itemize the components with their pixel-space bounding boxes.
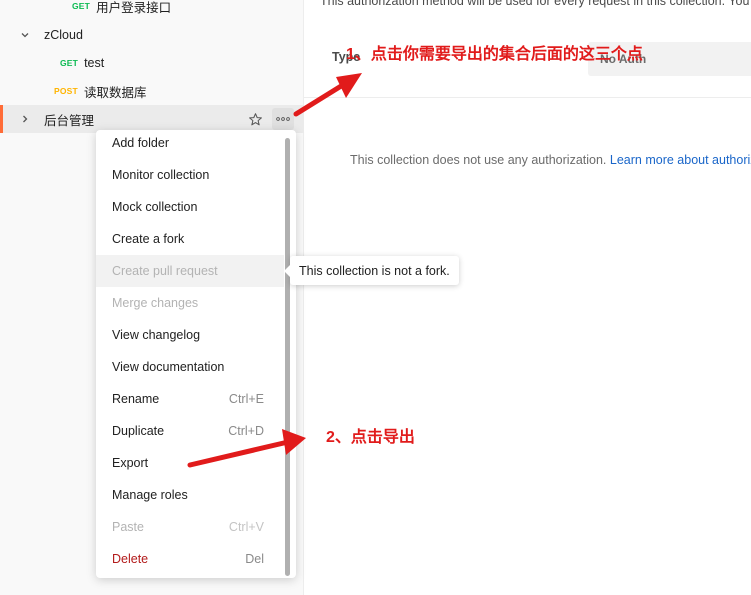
menu-item-label: View changelog — [112, 328, 201, 342]
chevron-right-icon[interactable] — [18, 112, 32, 126]
menu-item-manage-roles[interactable]: Manage roles — [96, 479, 284, 511]
menu-item-monitor-collection[interactable]: Monitor collection — [96, 159, 284, 191]
menu-item-view-documentation[interactable]: View documentation — [96, 351, 284, 383]
request-name: 读取数据库 — [83, 85, 147, 100]
menu-item-label: Monitor collection — [112, 168, 210, 182]
sidebar-request-item[interactable]: GET 用户登录接口 — [0, 0, 304, 20]
chevron-down-icon[interactable] — [18, 28, 32, 42]
menu-item-merge-changes: Merge changes — [96, 287, 284, 319]
menu-item-shortcut: Ctrl+V — [228, 520, 264, 534]
method-badge: POST — [54, 86, 78, 96]
sidebar-request-item[interactable]: GET test — [0, 49, 304, 77]
divider — [304, 97, 751, 98]
learn-more-link[interactable]: Learn more about authorization — [610, 153, 751, 167]
method-badge: GET — [60, 58, 79, 68]
menu-item-mock-collection[interactable]: Mock collection — [96, 191, 284, 223]
menu-item-label: Duplicate — [112, 424, 165, 438]
menu-item-label: Manage roles — [112, 488, 188, 502]
collection-context-menu: Add folder Monitor collection Mock colle… — [96, 130, 296, 578]
menu-item-create-pull-request: Create pull request — [96, 255, 284, 287]
authorization-panel: This authorization method will be used f… — [304, 0, 751, 595]
sidebar-request-item[interactable]: POST 读取数据库 — [0, 77, 304, 105]
menu-item-label: Delete — [112, 552, 149, 566]
menu-item-label: Export — [112, 456, 149, 470]
menu-item-shortcut: Ctrl+D — [228, 424, 264, 438]
no-auth-message: This collection does not use any authori… — [350, 153, 751, 167]
auth-description: This authorization method will be used f… — [320, 0, 750, 8]
menu-item-label: Paste — [112, 520, 144, 534]
menu-item-shortcut: Ctrl+E — [228, 392, 264, 406]
menu-item-label: Add folder — [112, 136, 169, 150]
menu-item-label: Mock collection — [112, 200, 198, 214]
no-auth-text: This collection does not use any authori… — [350, 153, 610, 167]
menu-item-label: Merge changes — [112, 296, 199, 310]
request-name: test — [84, 56, 105, 70]
menu-item-create-fork[interactable]: Create a fork — [96, 223, 284, 255]
menu-item-duplicate[interactable]: Duplicate Ctrl+D — [96, 415, 284, 447]
menu-scrollbar[interactable] — [285, 138, 290, 576]
sidebar-collection-item[interactable]: zCloud — [0, 21, 304, 49]
menu-item-label: Rename — [112, 392, 160, 406]
menu-item-label: Create a fork — [112, 232, 185, 246]
tooltip-text: This collection is not a fork. — [299, 263, 450, 278]
menu-item-export[interactable]: Export — [96, 447, 284, 479]
fork-tooltip: This collection is not a fork. — [284, 256, 459, 285]
method-badge: GET — [72, 1, 91, 11]
menu-item-rename[interactable]: Rename Ctrl+E — [96, 383, 284, 415]
menu-item-paste: Paste Ctrl+V — [96, 511, 284, 543]
collection-name: zCloud — [44, 28, 83, 42]
collection-name: 后台管理 — [44, 113, 95, 128]
request-name: 用户登录接口 — [96, 0, 172, 15]
annotation-step-1: 1、点击你需要导出的集合后面的这三个点 — [346, 46, 643, 63]
menu-item-label: View documentation — [112, 360, 225, 374]
menu-item-view-changelog[interactable]: View changelog — [96, 319, 284, 351]
menu-item-delete[interactable]: Delete Del — [96, 543, 284, 575]
menu-item-shortcut: Del — [245, 552, 264, 566]
menu-item-label: Create pull request — [112, 264, 218, 278]
annotation-step-2: 2、点击导出 — [326, 429, 415, 446]
menu-item-add-folder[interactable]: Add folder — [96, 127, 284, 159]
